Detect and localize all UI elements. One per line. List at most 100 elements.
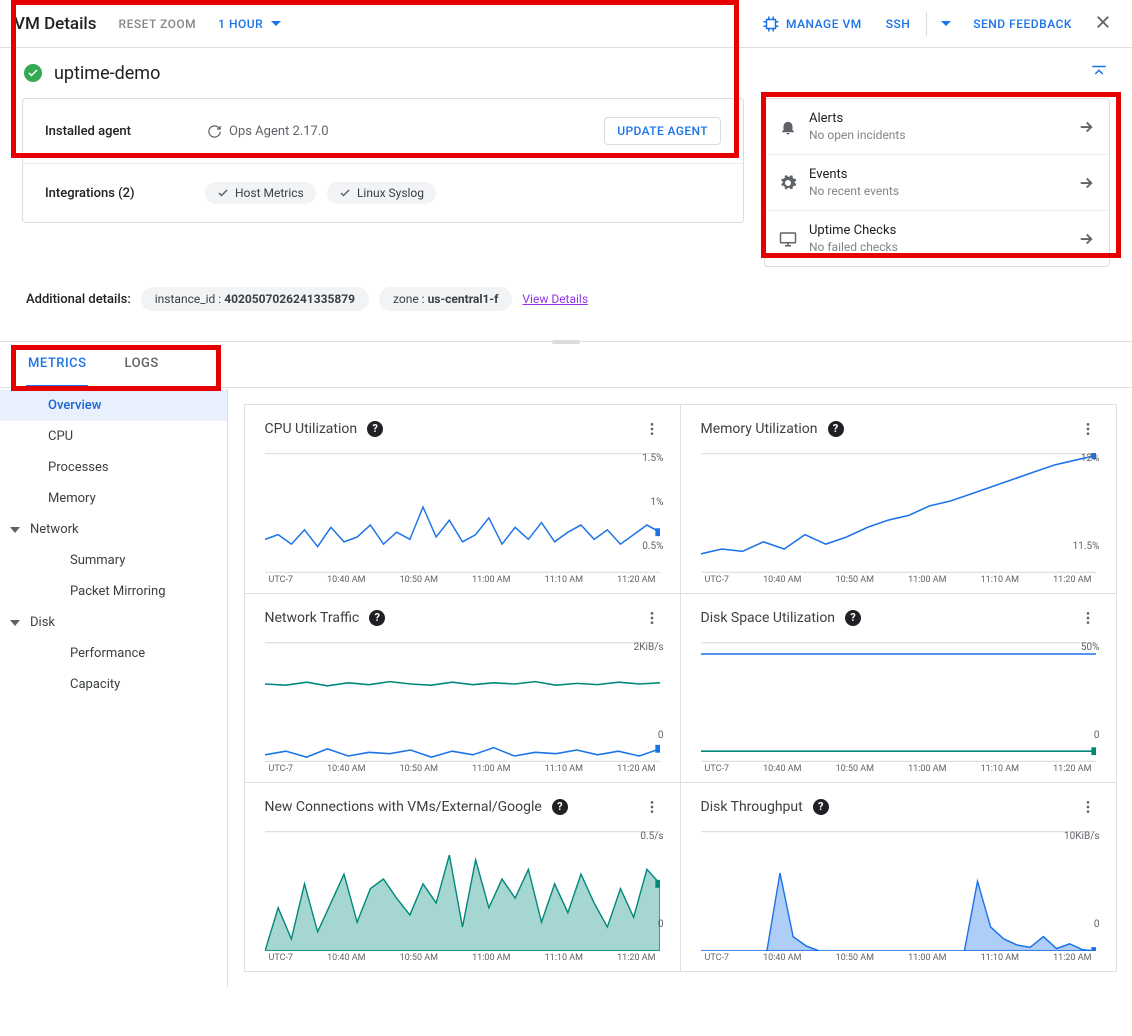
status-subtitle: No open incidents: [809, 128, 1065, 142]
chart-title: New Connections with VMs/External/Google: [265, 799, 542, 815]
instance-name: uptime-demo: [54, 63, 160, 84]
chart-xaxis: UTC-710:40 AM10:50 AM11:00 AM11:10 AM11:…: [701, 764, 1096, 774]
bell-icon: [779, 118, 797, 136]
status-card: Alerts No open incidents Events No recen…: [764, 98, 1110, 267]
instance-header: uptime-demo: [0, 48, 1132, 98]
chart-disk-throughput: Disk Throughput ? 10KiB/s0 UTC-710:40 AM…: [680, 782, 1117, 972]
view-details-link[interactable]: View Details: [522, 292, 588, 306]
chart-new-connections-with-vms-external-google: New Connections with VMs/External/Google…: [244, 782, 681, 972]
header-bar: VM Details RESET ZOOM 1 HOUR MANAGE VM S…: [0, 0, 1132, 48]
sidebar-item-processes[interactable]: Processes: [0, 452, 227, 483]
metrics-sidebar: OverviewCPUProcessesMemoryNetworkSummary…: [0, 388, 228, 987]
collapse-icon: [1090, 62, 1108, 80]
integration-chip: Linux Syslog: [327, 182, 436, 204]
sidebar-item-disk[interactable]: Disk: [0, 607, 227, 638]
send-feedback-dropdown-toggle[interactable]: [935, 9, 957, 39]
update-agent-button[interactable]: UPDATE AGENT: [604, 117, 721, 145]
integrations-row: Integrations (2) Host Metrics Linux Sysl…: [23, 164, 743, 222]
integrations-label: Integrations (2): [45, 186, 205, 201]
chart-plot[interactable]: 12%11.5%: [701, 453, 1096, 573]
status-row-uptime checks[interactable]: Uptime Checks No failed checks: [765, 211, 1109, 266]
sidebar-item-summary[interactable]: Summary: [0, 545, 227, 576]
chevron-down-icon: [267, 15, 285, 33]
chart-title: Disk Throughput: [701, 799, 803, 815]
chart-title: Disk Space Utilization: [701, 610, 836, 626]
close-button[interactable]: [1088, 7, 1118, 41]
detail-chip: zone : us-central1-f: [379, 287, 512, 311]
chart-plot[interactable]: 1.5%1%0.5%: [265, 453, 660, 573]
reset-zoom-button[interactable]: RESET ZOOM: [119, 17, 197, 31]
additional-details-label: Additional details:: [26, 292, 131, 307]
detail-chip: instance_id : 4020507026241335879: [141, 287, 369, 311]
chevron-down-icon: [937, 15, 955, 33]
sidebar-item-packet mirroring[interactable]: Packet Mirroring: [0, 576, 227, 607]
chip-icon: [762, 15, 780, 33]
chart-title: CPU Utilization: [265, 421, 358, 437]
status-subtitle: No recent events: [809, 184, 1065, 198]
chart-menu-button[interactable]: [644, 610, 660, 626]
help-icon[interactable]: ?: [828, 421, 844, 437]
tab-bar: METRICS LOGS: [0, 342, 1132, 388]
help-icon[interactable]: ?: [845, 610, 861, 626]
status-row-alerts[interactable]: Alerts No open incidents: [765, 99, 1109, 155]
sidebar-item-performance[interactable]: Performance: [0, 638, 227, 669]
help-icon[interactable]: ?: [367, 421, 383, 437]
chart-menu-button[interactable]: [1080, 610, 1096, 626]
monitor-icon: [779, 230, 797, 248]
chart-xaxis: UTC-710:40 AM10:50 AM11:00 AM11:10 AM11:…: [265, 764, 660, 774]
ssh-button[interactable]: SSH: [878, 11, 919, 37]
agent-card: Installed agent Ops Agent 2.17.0 UPDATE …: [22, 98, 744, 223]
chart-title: Memory Utilization: [701, 421, 818, 437]
chart-xaxis: UTC-710:40 AM10:50 AM11:00 AM11:10 AM11:…: [265, 575, 660, 585]
collapse-button[interactable]: [1090, 62, 1108, 84]
sidebar-item-overview[interactable]: Overview: [0, 390, 227, 421]
time-range-dropdown[interactable]: 1 HOUR: [218, 15, 285, 33]
drag-handle-icon: [552, 340, 580, 344]
page-title: VM Details: [14, 14, 97, 34]
resize-divider[interactable]: [0, 341, 1132, 342]
sidebar-item-capacity[interactable]: Capacity: [0, 669, 227, 700]
agent-version: Ops Agent 2.17.0: [229, 124, 329, 139]
chart-menu-button[interactable]: [644, 421, 660, 437]
help-icon[interactable]: ?: [813, 799, 829, 815]
tab-metrics[interactable]: METRICS: [26, 342, 88, 387]
time-range-label: 1 HOUR: [218, 17, 263, 31]
sidebar-item-network[interactable]: Network: [0, 514, 227, 545]
chart-plot[interactable]: 10KiB/s0: [701, 831, 1096, 951]
installed-agent-label: Installed agent: [45, 124, 205, 139]
close-icon: [1094, 13, 1112, 31]
chart-xaxis: UTC-710:40 AM10:50 AM11:00 AM11:10 AM11:…: [265, 953, 660, 963]
chart-network-traffic: Network Traffic ? 2KiB/s0 UTC-710:40 AM1…: [244, 593, 681, 783]
integration-chip: Host Metrics: [205, 182, 316, 204]
additional-details: Additional details: instance_id : 402050…: [0, 277, 1132, 331]
status-ok-icon: [24, 64, 42, 82]
manage-vm-label: MANAGE VM: [786, 17, 862, 31]
arrow-right-icon: [1077, 230, 1095, 248]
chart-xaxis: UTC-710:40 AM10:50 AM11:00 AM11:10 AM11:…: [701, 953, 1096, 963]
chart-plot[interactable]: 50%0: [701, 642, 1096, 762]
status-row-events[interactable]: Events No recent events: [765, 155, 1109, 211]
chart-plot[interactable]: 2KiB/s0: [265, 642, 660, 762]
manage-vm-button[interactable]: MANAGE VM: [754, 9, 870, 39]
chart-menu-button[interactable]: [1080, 799, 1096, 815]
send-feedback-button[interactable]: SEND FEEDBACK: [965, 11, 1080, 37]
chart-plot[interactable]: 0.5/s0: [265, 831, 660, 951]
installed-agent-row: Installed agent Ops Agent 2.17.0 UPDATE …: [23, 99, 743, 164]
status-title: Uptime Checks: [809, 223, 1065, 238]
refresh-icon: [205, 122, 223, 140]
arrow-right-icon: [1077, 174, 1095, 192]
status-title: Events: [809, 167, 1065, 182]
help-icon[interactable]: ?: [552, 799, 568, 815]
help-icon[interactable]: ?: [369, 610, 385, 626]
chart-memory-utilization: Memory Utilization ? 12%11.5% UTC-710:40…: [680, 404, 1117, 594]
chart-menu-button[interactable]: [1080, 421, 1096, 437]
chart-xaxis: UTC-710:40 AM10:50 AM11:00 AM11:10 AM11:…: [701, 575, 1096, 585]
status-title: Alerts: [809, 111, 1065, 126]
chart-cpu-utilization: CPU Utilization ? 1.5%1%0.5% UTC-710:40 …: [244, 404, 681, 594]
tab-logs[interactable]: LOGS: [122, 342, 160, 387]
chart-menu-button[interactable]: [644, 799, 660, 815]
sidebar-item-memory[interactable]: Memory: [0, 483, 227, 514]
status-subtitle: No failed checks: [809, 240, 1065, 254]
sidebar-item-cpu[interactable]: CPU: [0, 421, 227, 452]
separator: [926, 12, 927, 36]
